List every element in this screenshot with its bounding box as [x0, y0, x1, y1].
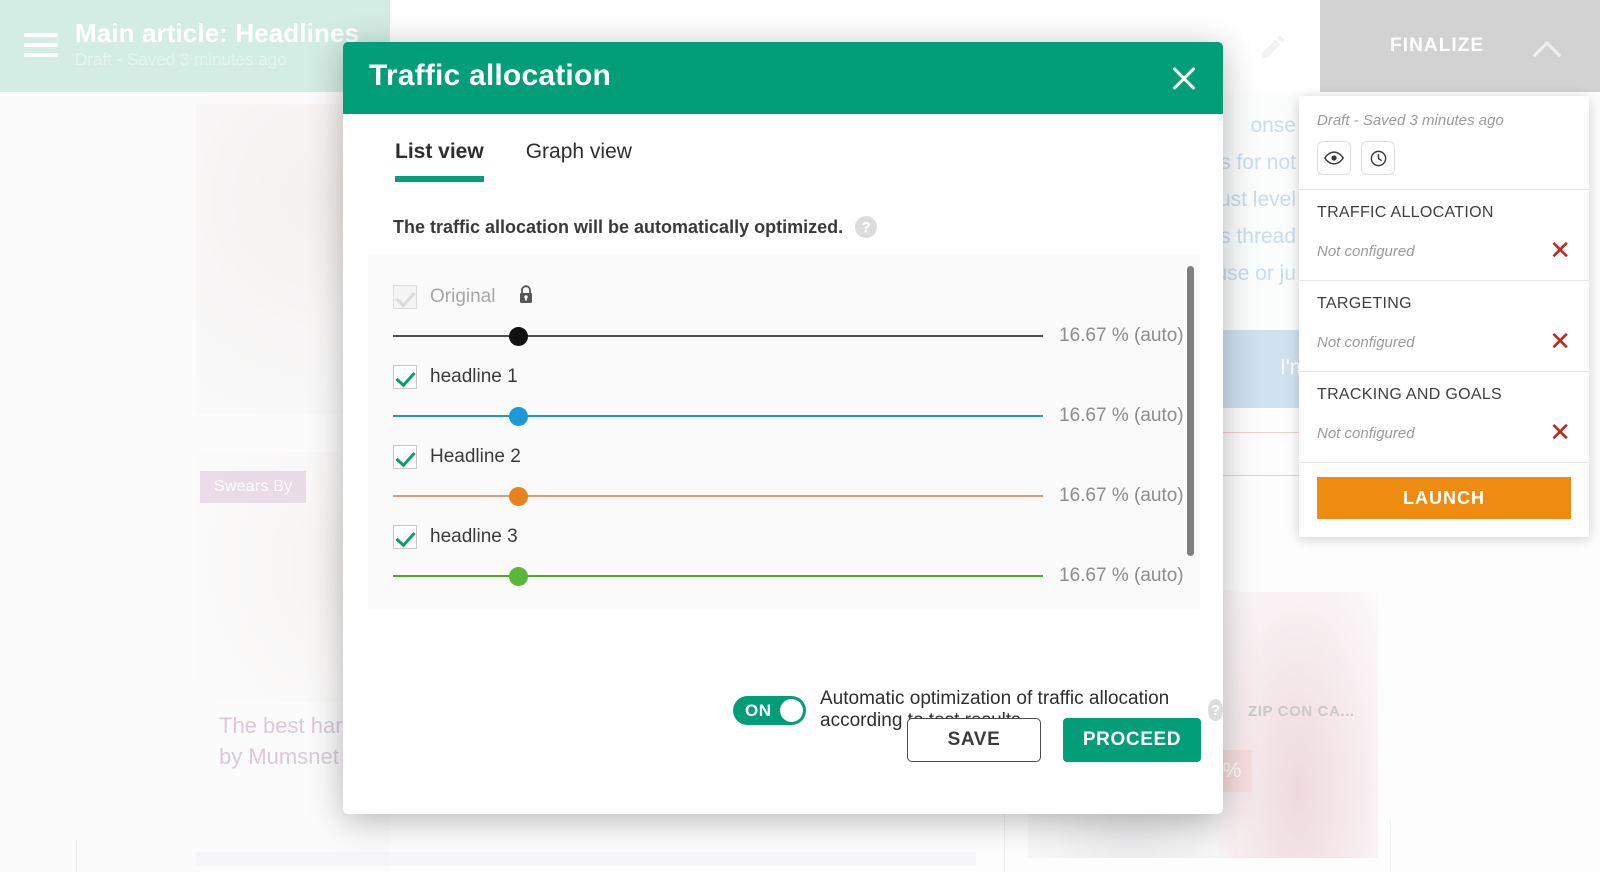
traffic-allocation-modal: Traffic allocation List view Graph view …: [343, 42, 1223, 814]
slider-track-headline-1[interactable]: [393, 406, 1043, 426]
clock-icon[interactable]: [1361, 141, 1395, 175]
proceed-button[interactable]: PROCEED: [1063, 718, 1201, 762]
hamburger-icon[interactable]: [24, 33, 58, 57]
allocation-slider-row: 16.67 % (auto): [393, 565, 1200, 587]
page-title: Main article: Headlines: [75, 18, 359, 49]
slider-track-headline-2[interactable]: [393, 486, 1043, 506]
side-panel-icon-row: [1317, 141, 1571, 175]
x-icon[interactable]: ✕: [1549, 329, 1571, 355]
modal-title: Traffic allocation: [369, 59, 611, 93]
allocation-slider-row: 16.67 % (auto): [393, 485, 1200, 507]
checkbox-headline-1[interactable]: [393, 365, 417, 389]
allocation-row-header: headline 3: [393, 522, 1200, 552]
sidebar-item-traffic-allocation[interactable]: TRAFFIC ALLOCATION Not configured ✕: [1299, 190, 1589, 281]
section-title: TARGETING: [1317, 295, 1571, 313]
finalize-side-panel: Draft - Saved 3 minutes ago TRAFFIC ALLO…: [1299, 96, 1589, 537]
x-icon[interactable]: ✕: [1549, 420, 1571, 446]
section-row: Not configured ✕: [1317, 329, 1571, 355]
allocation-value: 16.67 % (auto): [1059, 325, 1184, 347]
allocation-panel: Original 16.67 %: [368, 254, 1200, 609]
launch-button-wrap: LAUNCH: [1299, 463, 1589, 537]
background-vertical-line-right: [1390, 820, 1391, 872]
allocation-row-header: Original: [393, 282, 1200, 312]
section-value: Not configured: [1317, 425, 1415, 442]
lock-icon: [516, 284, 536, 311]
checkbox-headline-3[interactable]: [393, 525, 417, 549]
allocation-slider-row: 16.67 % (auto): [393, 325, 1200, 347]
section-title: TRACKING AND GOALS: [1317, 386, 1571, 404]
allocation-row-headline-3: headline 3 16.67 % (auto): [393, 522, 1200, 587]
section-row: Not configured ✕: [1317, 420, 1571, 446]
allocation-row-headline-2: Headline 2 16.67 % (auto): [393, 442, 1200, 507]
background-product-label: ZIP CON CA...: [1248, 703, 1355, 720]
tab-list-view[interactable]: List view: [395, 140, 484, 174]
allocation-value: 16.67 % (auto): [1059, 485, 1184, 507]
section-value: Not configured: [1317, 243, 1415, 260]
chevron-up-icon: [1534, 36, 1560, 62]
background-article-line: s for not: [1220, 151, 1296, 175]
save-button[interactable]: SAVE: [907, 718, 1041, 762]
allocation-row-original: Original 16.67 %: [393, 282, 1200, 347]
draft-status-text: Draft - Saved 3 minutes ago: [1317, 112, 1571, 129]
slider-knob-headline-3[interactable]: [509, 567, 528, 586]
pencil-icon[interactable]: [1246, 20, 1300, 74]
close-icon[interactable]: [1165, 59, 1203, 97]
help-icon[interactable]: ?: [855, 216, 877, 238]
side-panel-status: Draft - Saved 3 minutes ago: [1299, 96, 1589, 190]
sidebar-item-targeting[interactable]: TARGETING Not configured ✕: [1299, 281, 1589, 372]
allocation-value: 16.67 % (auto): [1059, 405, 1184, 427]
allocation-slider-row: 16.67 % (auto): [393, 405, 1200, 427]
background-product-image-pink: [1218, 592, 1378, 858]
tab-graph-view[interactable]: Graph view: [526, 140, 632, 174]
sidebar-item-tracking-and-goals[interactable]: TRACKING AND GOALS Not configured ✕: [1299, 372, 1589, 463]
launch-button[interactable]: LAUNCH: [1317, 477, 1571, 519]
modal-description: The traffic allocation will be automatic…: [393, 217, 843, 238]
allocation-row-header: Headline 2: [393, 442, 1200, 472]
variation-name: headline 1: [430, 366, 518, 388]
section-title: TRAFFIC ALLOCATION: [1317, 204, 1571, 222]
slider-track-headline-3[interactable]: [393, 566, 1043, 586]
x-icon[interactable]: ✕: [1549, 238, 1571, 264]
page-subtitle: Draft - Saved 3 minutes ago: [75, 50, 287, 70]
allocation-row-header: headline 1: [393, 362, 1200, 392]
background-tag: Swears By: [200, 471, 306, 503]
allocation-list: Original 16.67 %: [368, 254, 1200, 587]
slider-knob-headline-2[interactable]: [509, 487, 528, 506]
background-divider: [76, 840, 77, 872]
modal-footer: SAVE PROCEED: [343, 704, 1223, 814]
variation-name: Original: [430, 286, 495, 308]
checkbox-headline-2[interactable]: [393, 445, 417, 469]
checkbox-original[interactable]: [393, 285, 417, 309]
allocation-value: 16.67 % (auto): [1059, 565, 1184, 587]
variation-name: headline 3: [430, 526, 518, 548]
section-row: Not configured ✕: [1317, 238, 1571, 264]
background-article-line: onse: [1250, 114, 1296, 138]
finalize-button[interactable]: FINALIZE: [1320, 0, 1600, 92]
allocation-row-headline-1: headline 1 16.67 % (auto): [393, 362, 1200, 427]
top-bar-left: Main article: Headlines Draft - Saved 3 …: [0, 0, 390, 92]
slider-knob-headline-1[interactable]: [509, 407, 528, 426]
variation-name: Headline 2: [430, 446, 521, 468]
background-strip: [196, 852, 976, 866]
finalize-label: FINALIZE: [1390, 35, 1484, 57]
slider-track-original[interactable]: [393, 326, 1043, 346]
modal-description-row: The traffic allocation will be automatic…: [393, 216, 1223, 238]
eye-icon[interactable]: [1317, 141, 1351, 175]
section-value: Not configured: [1317, 334, 1415, 351]
slider-knob-original[interactable]: [509, 327, 528, 346]
allocation-scrollbar[interactable]: [1187, 266, 1194, 556]
modal-header: Traffic allocation: [343, 42, 1223, 114]
modal-tabs: List view Graph view: [343, 114, 1223, 174]
